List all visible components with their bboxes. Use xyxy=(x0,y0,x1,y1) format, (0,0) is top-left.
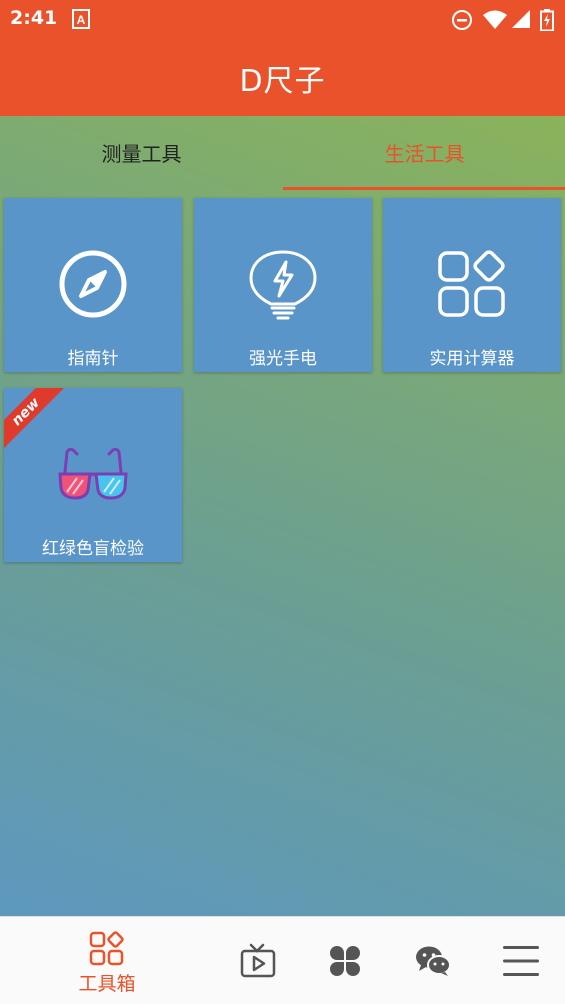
bottom-nav: 工具箱 xyxy=(0,916,565,1004)
clover-icon xyxy=(329,945,361,981)
flashlight-bulb-icon xyxy=(247,248,319,326)
nav-discover[interactable] xyxy=(322,917,370,1004)
apps-grid-icon xyxy=(436,248,508,324)
3d-glasses-icon xyxy=(57,446,129,508)
status-time: 2:41 xyxy=(10,7,58,29)
tab-life-tools[interactable]: 生活工具 xyxy=(283,116,565,192)
tool-label: 红绿色盲检验 xyxy=(42,539,144,559)
nav-menu[interactable] xyxy=(500,917,544,1004)
cell-signal-icon xyxy=(511,9,531,33)
tool-label: 强光手电 xyxy=(249,349,317,369)
battery-icon xyxy=(540,9,554,35)
nav-toolbox[interactable]: 工具箱 xyxy=(58,917,156,1004)
status-bar: 2:41 A xyxy=(0,0,565,38)
tab-measure-tools[interactable]: 测量工具 xyxy=(0,116,283,192)
nav-toolbox-label: 工具箱 xyxy=(78,973,136,995)
wifi-icon xyxy=(482,9,508,35)
tool-tile-color-blind-test[interactable]: new 红绿色盲检验 xyxy=(4,388,182,562)
nav-wechat[interactable] xyxy=(412,917,456,1004)
tool-tile-calculator[interactable]: 实用计算器 xyxy=(383,198,561,372)
main-content: 测量工具 生活工具 指南针 强光手电 实用计算器 new 红绿色盲检验 xyxy=(0,116,565,916)
svg-text:A: A xyxy=(77,13,86,27)
app-title: D尺子 xyxy=(239,64,326,99)
app-bar: D尺子 xyxy=(0,38,565,116)
notification-a-icon: A xyxy=(72,9,90,33)
toolbox-grid-icon xyxy=(89,931,125,971)
nav-video[interactable] xyxy=(234,917,282,1004)
tool-label: 指南针 xyxy=(67,349,119,369)
tab-bar: 测量工具 生活工具 xyxy=(0,116,565,192)
compass-icon xyxy=(57,248,129,324)
do-not-disturb-icon xyxy=(451,9,473,35)
tab-indicator xyxy=(283,187,565,190)
menu-icon xyxy=(502,944,540,982)
tool-tile-compass[interactable]: 指南针 xyxy=(4,198,182,372)
tv-play-icon xyxy=(240,943,276,983)
new-badge: new xyxy=(4,388,69,455)
tool-label: 实用计算器 xyxy=(429,349,515,369)
wechat-icon xyxy=(415,945,451,981)
tool-tile-flashlight[interactable]: 强光手电 xyxy=(194,198,372,372)
